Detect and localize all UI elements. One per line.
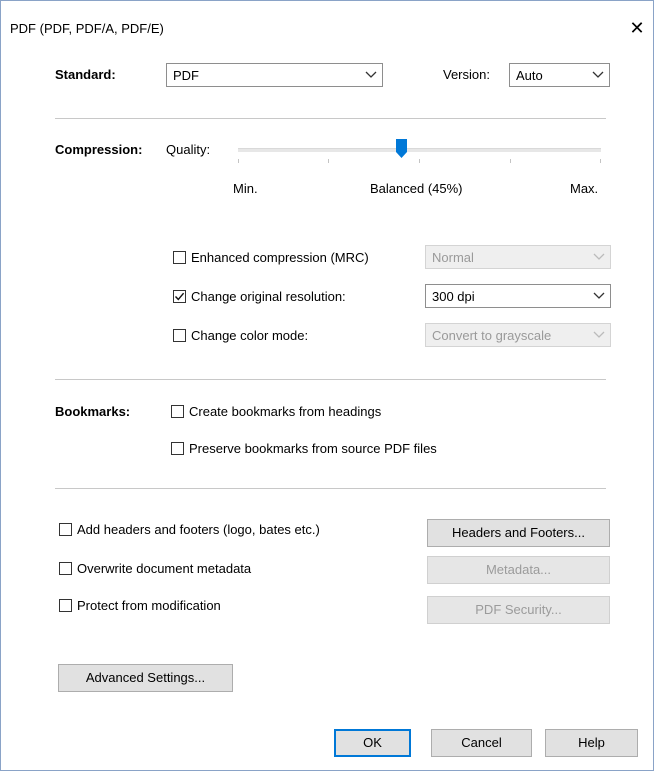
chevron-down-icon — [365, 71, 377, 78]
chevron-down-icon — [592, 71, 604, 78]
dialog-window — [0, 0, 654, 771]
protect-label[interactable]: Protect from modification — [77, 598, 221, 613]
color-mode-value: Convert to grayscale — [432, 328, 552, 343]
slider-tick — [419, 159, 420, 163]
change-resolution-checkbox[interactable] — [173, 290, 186, 303]
mrc-mode-select: Normal — [425, 245, 611, 269]
create-bookmarks-checkbox[interactable] — [171, 405, 184, 418]
separator — [55, 488, 606, 489]
close-icon[interactable]: ✕ — [626, 17, 648, 39]
color-mode-select: Convert to grayscale — [425, 323, 611, 347]
protect-checkbox[interactable] — [59, 599, 72, 612]
separator — [55, 379, 606, 380]
enhanced-compression-checkbox[interactable] — [173, 251, 186, 264]
standard-value: PDF — [173, 68, 199, 83]
ok-button[interactable]: OK — [334, 729, 411, 757]
slider-tick — [600, 159, 601, 163]
metadata-button: Metadata... — [427, 556, 610, 584]
change-color-mode-checkbox[interactable] — [173, 329, 186, 342]
quality-balanced-label: Balanced (45%) — [370, 181, 463, 196]
chevron-down-icon — [593, 253, 605, 260]
chevron-down-icon — [593, 292, 605, 299]
overwrite-metadata-checkbox[interactable] — [59, 562, 72, 575]
help-button[interactable]: Help — [545, 729, 638, 757]
dialog-title: PDF (PDF, PDF/A, PDF/E) — [10, 21, 164, 36]
compression-label: Compression: — [55, 142, 143, 157]
version-label: Version: — [443, 67, 490, 82]
create-bookmarks-label[interactable]: Create bookmarks from headings — [189, 404, 381, 419]
quality-label: Quality: — [166, 142, 211, 157]
version-select[interactable]: Auto — [509, 63, 610, 87]
checkmark-icon — [174, 292, 185, 301]
resolution-value: 300 dpi — [432, 289, 475, 304]
chevron-down-icon — [593, 331, 605, 338]
add-headers-label[interactable]: Add headers and footers (logo, bates etc… — [77, 522, 320, 537]
add-headers-checkbox[interactable] — [59, 523, 72, 536]
slider-tick — [238, 159, 239, 163]
resolution-select[interactable]: 300 dpi — [425, 284, 611, 308]
quality-max-label: Max. — [570, 181, 599, 196]
change-color-mode-label[interactable]: Change color mode: — [191, 328, 308, 343]
quality-min-label: Min. — [233, 181, 258, 196]
slider-track — [238, 148, 601, 152]
overwrite-metadata-label[interactable]: Overwrite document metadata — [77, 561, 251, 576]
enhanced-compression-label[interactable]: Enhanced compression (MRC) — [191, 250, 369, 265]
bookmarks-label: Bookmarks: — [55, 404, 131, 419]
standard-select[interactable]: PDF — [166, 63, 383, 87]
preserve-bookmarks-label[interactable]: Preserve bookmarks from source PDF files — [189, 441, 437, 456]
change-resolution-label[interactable]: Change original resolution: — [191, 289, 346, 304]
standard-label: Standard: — [55, 67, 116, 82]
advanced-settings-button[interactable]: Advanced Settings... — [58, 664, 233, 692]
mrc-mode-value: Normal — [432, 250, 474, 265]
headers-footers-button[interactable]: Headers and Footers... — [427, 519, 610, 547]
separator — [55, 118, 606, 119]
quality-slider[interactable] — [238, 138, 601, 164]
slider-tick — [328, 159, 329, 163]
cancel-button[interactable]: Cancel — [431, 729, 532, 757]
pdf-security-button: PDF Security... — [427, 596, 610, 624]
slider-tick — [510, 159, 511, 163]
version-value: Auto — [516, 68, 543, 83]
preserve-bookmarks-checkbox[interactable] — [171, 442, 184, 455]
slider-thumb[interactable] — [395, 139, 407, 158]
